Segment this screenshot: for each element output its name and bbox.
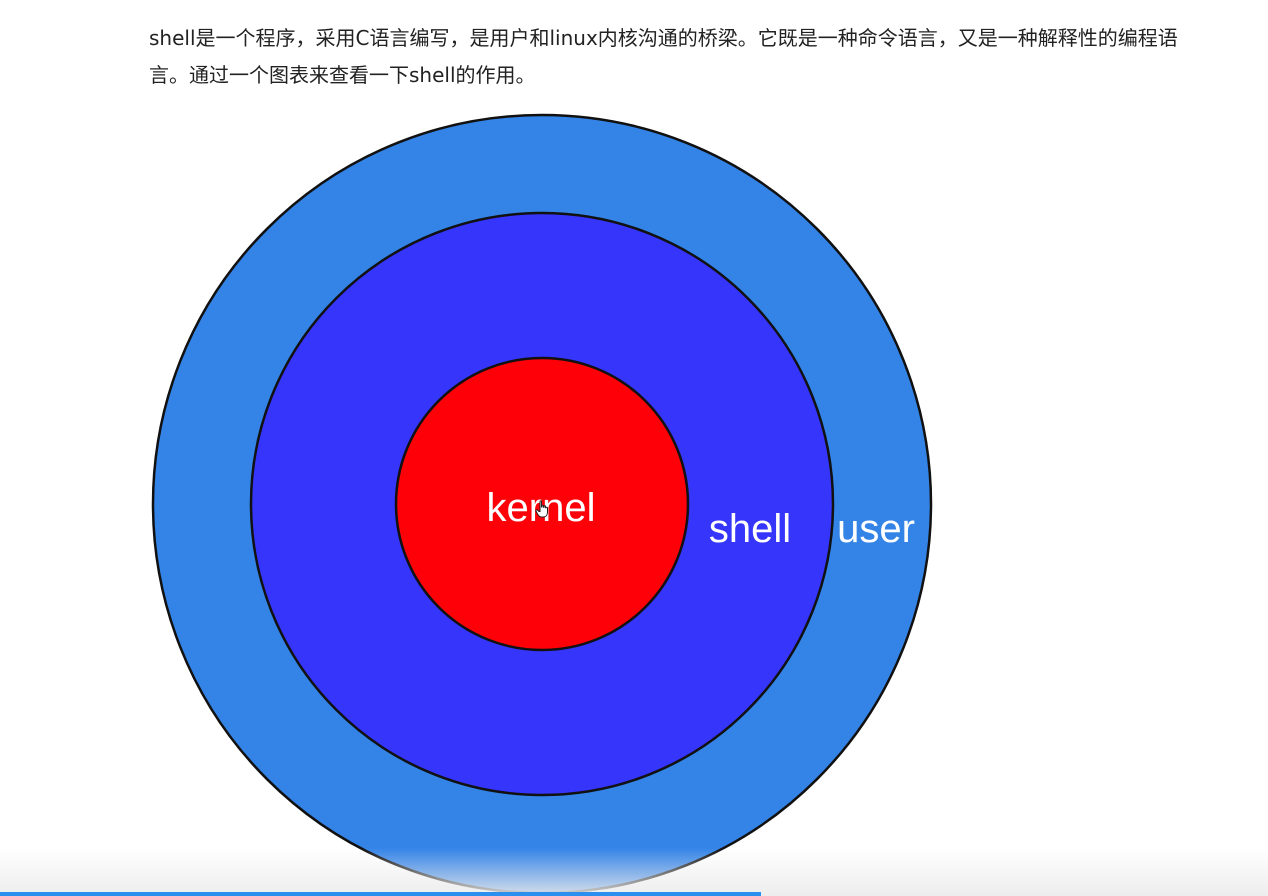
bottom-fade xyxy=(0,848,1268,896)
hand-pointer-icon xyxy=(535,500,548,518)
video-progress-bar[interactable] xyxy=(0,892,761,896)
user-label: user xyxy=(837,507,915,551)
shell-label: shell xyxy=(709,507,791,551)
page: shell是一个程序，采用C语言编写，是用户和linux内核沟通的桥梁。它既是一… xyxy=(0,0,1268,896)
shell-layers-diagram: kernel shell user xyxy=(151,113,933,895)
